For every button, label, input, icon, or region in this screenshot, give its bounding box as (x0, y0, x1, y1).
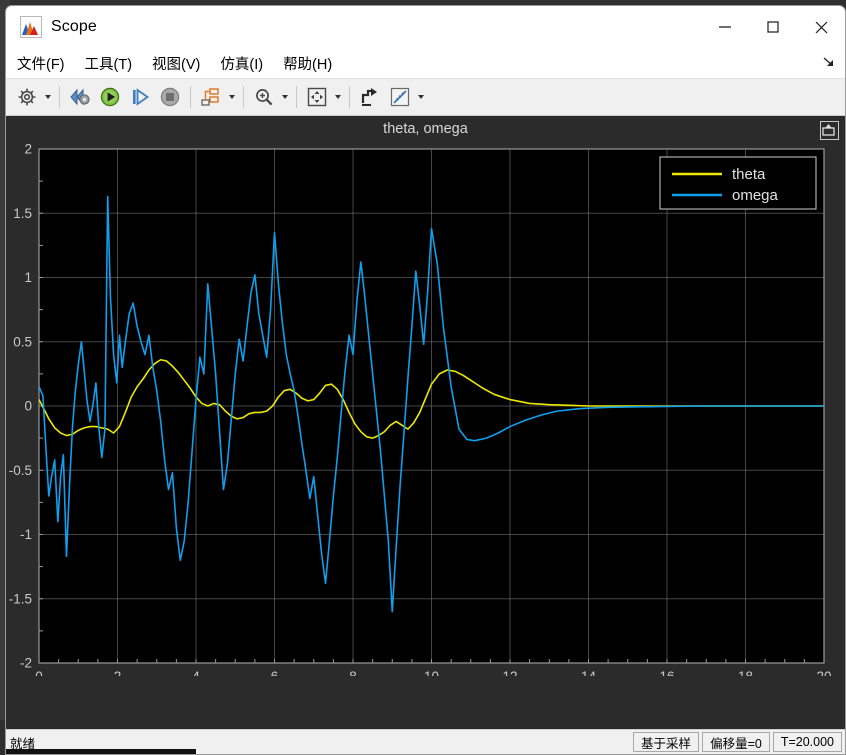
x-tick-label: 10 (424, 669, 439, 676)
frame-mode-field: 基于采样 (633, 732, 700, 752)
time-field: T=20.000 (772, 732, 842, 752)
y-tick-label: -2 (20, 656, 32, 671)
cursor-measurements-dropdown-arrow[interactable] (415, 84, 427, 110)
close-icon (815, 21, 827, 33)
autoscale-dropdown-arrow[interactable] (332, 84, 344, 110)
stop-button[interactable] (155, 82, 185, 112)
x-tick-label: 8 (349, 669, 357, 676)
x-tick-label: 0 (35, 669, 43, 676)
cursor-measurements-button[interactable] (385, 82, 415, 112)
x-tick-label: 20 (816, 669, 831, 676)
legend-label-omega: omega (732, 187, 779, 204)
x-tick-label: 14 (581, 669, 597, 676)
window-title: Scope (51, 18, 97, 35)
window-controls (701, 6, 845, 48)
ruler-icon (390, 87, 410, 107)
x-tick-label: 4 (192, 669, 200, 676)
maximize-icon (767, 21, 779, 33)
menu-view[interactable]: 视图(V) (143, 50, 209, 77)
plot-canvas[interactable]: 0 2 4 6 8 10 12 14 16 18 20 -2 -1.5 -1 -0.5 0 0.5 1 1.5 2 th… (6, 116, 845, 677)
y-tick-label: -1.5 (9, 591, 32, 606)
x-tick-label: 16 (659, 669, 674, 676)
toolbar-separator (349, 86, 350, 108)
stop-icon (160, 87, 180, 107)
x-tick-label: 18 (738, 669, 753, 676)
step-forward-icon (133, 88, 150, 106)
toolbar (6, 79, 845, 116)
toolbar-separator (243, 86, 244, 108)
menu-tools[interactable]: 工具(T) (76, 50, 142, 77)
minimize-icon (719, 26, 731, 28)
fit-to-view-icon (307, 87, 327, 107)
taskbar-edge (6, 749, 196, 754)
rewind-gear-icon (70, 88, 90, 106)
minimize-button[interactable] (701, 6, 749, 48)
maximize-button[interactable] (749, 6, 797, 48)
scope-plot-panel: theta, omega 02468101214161820-2-1.5-1-0… (6, 116, 845, 729)
y-tick-label: -1 (20, 527, 32, 542)
close-button[interactable] (797, 6, 845, 48)
y-tick-label: 0.5 (13, 334, 32, 349)
gear-icon (18, 88, 36, 106)
x-tick-label: 6 (271, 669, 279, 676)
y-tick-label: 1.5 (13, 206, 32, 221)
toolbar-separator (296, 86, 297, 108)
x-tick-label: 2 (114, 669, 122, 676)
y-tick-label: 0 (24, 399, 32, 414)
zoom-dropdown-arrow[interactable] (279, 84, 291, 110)
configuration-dropdown-arrow[interactable] (42, 84, 54, 110)
autoscale-button[interactable] (302, 82, 332, 112)
configuration-properties-button[interactable] (12, 82, 42, 112)
step-forward-button[interactable] (125, 82, 155, 112)
y-tick-label: -0.5 (9, 463, 32, 478)
y-tick-label: 1 (24, 270, 32, 285)
play-icon (100, 87, 120, 107)
scope-window: Scope 文件(F) 工具(T) 视图(V) 仿真(I) 帮助(H) thet… (5, 5, 846, 755)
status-fields: 基于采样 偏移量=0 T=20.000 (630, 732, 842, 752)
signal-selection-icon (201, 88, 219, 106)
y-tick-label: 2 (24, 142, 32, 157)
offset-field: 偏移量=0 (702, 732, 770, 752)
matlab-membrane-icon (20, 16, 42, 38)
toolbar-separator (190, 86, 191, 108)
highlight-signal-icon (361, 88, 377, 106)
signal-selector-button[interactable] (196, 82, 226, 112)
zoom-button[interactable] (249, 82, 279, 112)
run-button[interactable] (95, 82, 125, 112)
toolbar-separator (59, 86, 60, 108)
menu-file[interactable]: 文件(F) (8, 50, 74, 77)
menu-simulation[interactable]: 仿真(I) (211, 50, 272, 77)
signal-selector-dropdown-arrow[interactable] (226, 84, 238, 110)
window-titlebar: Scope (6, 6, 845, 48)
x-tick-label: 12 (502, 669, 517, 676)
zoom-in-magnifier-icon (256, 89, 273, 106)
highlight-signal-button[interactable] (355, 82, 385, 112)
run-back-to-start-button[interactable] (65, 82, 95, 112)
menubar: 文件(F) 工具(T) 视图(V) 仿真(I) 帮助(H) (6, 48, 845, 79)
menu-help[interactable]: 帮助(H) (274, 50, 341, 77)
undock-arrow-icon[interactable] (821, 54, 837, 70)
legend-label-theta: theta (732, 166, 766, 183)
